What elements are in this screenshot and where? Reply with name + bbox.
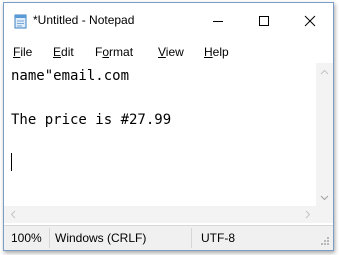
close-button[interactable] (287, 3, 333, 39)
status-bar: 100% Windows (CRLF) UTF-8 (4, 225, 333, 250)
close-icon (304, 15, 316, 27)
chevron-up-icon (320, 69, 329, 74)
status-encoding: UTF-8 (201, 231, 235, 245)
vertical-scrollbar[interactable] (316, 63, 333, 206)
menu-help[interactable]: Help (204, 45, 229, 59)
scroll-left-button[interactable] (4, 206, 21, 223)
maximize-button[interactable] (241, 3, 287, 39)
menu-bar: File Edit Format View Help (4, 41, 333, 63)
window-title: *Untitled - Notepad (33, 13, 135, 27)
resize-grip-icon[interactable] (317, 235, 331, 249)
editor-line-1: name"email.com (11, 68, 130, 84)
chevron-right-icon (305, 210, 310, 219)
text-caret (11, 153, 12, 171)
maximize-icon (259, 16, 269, 26)
chevron-down-icon (320, 195, 329, 200)
status-line-ending: Windows (CRLF) (55, 231, 147, 245)
menu-file[interactable]: File (13, 45, 32, 59)
status-separator (191, 228, 192, 248)
menu-format[interactable]: Format (95, 45, 133, 59)
title-bar[interactable]: *Untitled - Notepad (4, 3, 333, 39)
scroll-down-button[interactable] (316, 189, 333, 206)
scroll-right-button[interactable] (299, 206, 316, 223)
notepad-window: *Untitled - Notepad File Edit Format Vie… (3, 2, 334, 251)
horizontal-scrollbar[interactable] (4, 206, 316, 223)
scroll-up-button[interactable] (316, 63, 333, 80)
text-editor-area[interactable]: name"email.com The price is #27.99 (4, 63, 316, 206)
menu-edit[interactable]: Edit (53, 45, 74, 59)
minimize-button[interactable] (195, 3, 241, 39)
status-zoom: 100% (11, 231, 42, 245)
scrollbar-corner (316, 206, 333, 223)
editor-line-3: The price is #27.99 (11, 112, 172, 128)
minimize-icon (213, 21, 223, 22)
chevron-left-icon (10, 210, 15, 219)
menu-view[interactable]: View (158, 45, 184, 59)
status-separator (49, 228, 50, 248)
notepad-app-icon (14, 14, 27, 29)
